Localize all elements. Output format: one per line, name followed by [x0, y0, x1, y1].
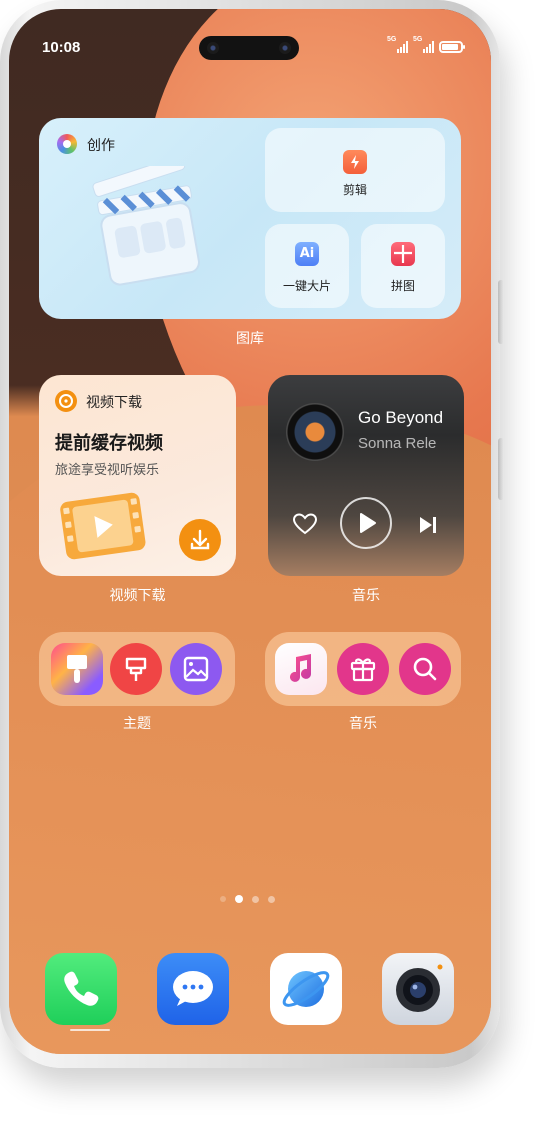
play-button[interactable] — [340, 497, 392, 549]
network-type-2: 5G — [413, 36, 423, 43]
album-art[interactable] — [286, 403, 344, 461]
paintbrush-icon[interactable] — [51, 643, 103, 695]
song-title: Go Beyond — [358, 408, 444, 427]
ai-icon: Ai — [295, 242, 319, 266]
page-indicator[interactable] — [220, 895, 275, 903]
signal-icon-2: 5G — [413, 36, 434, 53]
stamp-brush-icon[interactable] — [110, 643, 162, 695]
page-dot[interactable] — [268, 895, 275, 903]
phone-icon[interactable] — [45, 953, 117, 1025]
clapperboard-icon — [92, 166, 200, 286]
video-edit-icon — [343, 150, 367, 174]
camera-icon[interactable] — [382, 953, 454, 1025]
power-button — [498, 438, 504, 500]
music-player-widget[interactable]: Go Beyond Sonna Rele — [268, 375, 464, 576]
video-app-icon — [55, 390, 77, 412]
theme-widget — [39, 632, 235, 706]
home-screen: 10:08 5G 5G 创作 剪辑 Ai 一键大片 拼图 图库 视频下载 提前缓… — [9, 9, 491, 1054]
image-icon[interactable] — [170, 643, 222, 695]
video-widget-title: 视频下载 — [86, 395, 142, 411]
creation-widget[interactable]: 创作 剪辑 Ai 一键大片 拼图 — [39, 118, 461, 319]
edit-label: 剪辑 — [342, 183, 367, 197]
page-dot[interactable] — [220, 896, 226, 902]
front-camera-cutout — [199, 36, 299, 60]
video-headline: 提前缓存视频 — [55, 433, 163, 454]
collage-icon — [391, 242, 415, 266]
signal-icon: 5G — [387, 36, 408, 53]
music-shortcuts-caption[interactable]: 音乐 — [265, 713, 461, 733]
next-track-icon[interactable] — [416, 513, 440, 537]
collage-button[interactable]: 拼图 — [361, 224, 445, 308]
download-icon — [190, 529, 210, 550]
dock-indicator — [70, 1029, 110, 1031]
collage-label: 拼图 — [390, 279, 415, 293]
phone-frame: 10:08 5G 5G 创作 剪辑 Ai 一键大片 拼图 图库 视频下载 提前缓… — [0, 0, 504, 1068]
video-caption[interactable]: 视频下载 — [39, 585, 236, 605]
browser-icon[interactable] — [270, 953, 342, 1025]
search-icon[interactable] — [399, 643, 451, 695]
gift-icon[interactable] — [337, 643, 389, 695]
oneclick-button[interactable]: Ai 一键大片 — [265, 224, 349, 308]
play-icon — [360, 513, 376, 533]
battery-icon — [439, 41, 465, 53]
messages-icon[interactable] — [157, 953, 229, 1025]
download-button[interactable] — [179, 519, 221, 561]
film-icon — [60, 492, 146, 560]
music-caption[interactable]: 音乐 — [268, 585, 464, 605]
camera-lens-icon-2 — [279, 42, 291, 54]
camera-lens-icon — [207, 42, 219, 54]
status-icons: 5G 5G — [387, 36, 465, 53]
creation-title: 创作 — [87, 138, 115, 154]
video-download-widget[interactable]: 视频下载 提前缓存视频 旅途享受视听娱乐 — [39, 375, 236, 576]
page-dot[interactable] — [252, 895, 259, 903]
gallery-caption[interactable]: 图库 — [39, 328, 461, 348]
music-note-icon[interactable] — [275, 643, 327, 695]
oneclick-label: 一键大片 — [282, 279, 331, 293]
gallery-app-icon — [57, 134, 77, 154]
status-time: 10:08 — [42, 39, 81, 56]
song-artist: Sonna Rele — [358, 435, 437, 452]
theme-caption[interactable]: 主题 — [39, 713, 235, 733]
like-icon[interactable] — [292, 512, 318, 536]
music-shortcuts-widget — [265, 632, 461, 706]
edit-button[interactable]: 剪辑 — [265, 128, 445, 212]
network-type: 5G — [387, 36, 397, 43]
battery-level — [442, 44, 459, 50]
page-dot-active[interactable] — [235, 895, 243, 903]
video-subtitle: 旅途享受视听娱乐 — [55, 463, 160, 478]
volume-button — [498, 280, 504, 344]
